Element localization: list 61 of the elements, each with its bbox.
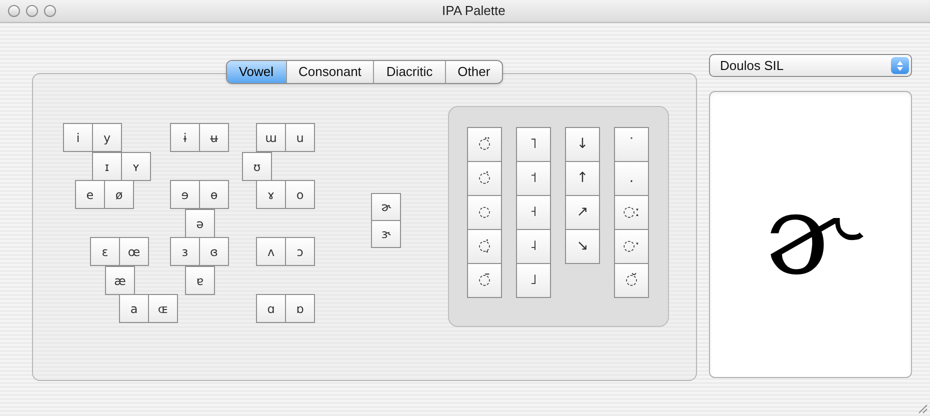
symbol-key[interactable]: ɞ [199, 237, 229, 266]
symbol-key[interactable]: a [119, 294, 149, 323]
symbol-key[interactable]: ɵ [199, 180, 229, 209]
symbol-key[interactable]: ◌̇ [467, 161, 502, 196]
symbol-key[interactable]: ʏ [121, 152, 151, 181]
window-title: IPA Palette [442, 2, 506, 20]
symbol-key[interactable]: ɶ [148, 294, 178, 323]
symbol-key[interactable]: ɑ [256, 294, 286, 323]
symbol-key[interactable]: ˙ [614, 127, 649, 162]
symbol-key[interactable]: ɝ [371, 220, 401, 248]
tab[interactable]: Vowel [226, 61, 287, 83]
symbol-key[interactable]: ˧ [516, 195, 551, 230]
symbol-key[interactable]: ɔ [285, 237, 315, 266]
symbol-key[interactable]: ɨ [170, 123, 200, 152]
symbol-key[interactable]: . [614, 161, 649, 196]
symbol-key[interactable]: ↘ [565, 229, 600, 264]
window-control-icon[interactable] [26, 5, 38, 17]
symbol-key[interactable]: ɯ [256, 123, 286, 152]
window-control-icon[interactable] [8, 5, 20, 17]
tab[interactable]: Other [446, 61, 502, 83]
symbol-key[interactable]: ◌̈ [467, 127, 502, 162]
symbol-key[interactable]: e [75, 180, 105, 209]
symbol-key[interactable]: œ [119, 237, 149, 266]
symbol-key[interactable]: ɪ [92, 152, 122, 181]
symbol-key[interactable]: ◌ˑ [614, 229, 649, 264]
symbol-key[interactable]: æ [105, 266, 135, 295]
symbol-key[interactable]: ʉ [199, 123, 229, 152]
symbol-key[interactable]: ɤ [256, 180, 286, 209]
symbol-key[interactable]: ˨ [516, 229, 551, 264]
glyph-preview: ɚ [709, 91, 912, 378]
symbol-key[interactable]: ʊ [242, 152, 272, 181]
tab[interactable]: Consonant [286, 61, 374, 83]
symbol-key[interactable]: ɚ [371, 193, 401, 221]
symbol-key[interactable]: ˥ [516, 127, 551, 162]
symbol-key[interactable]: ↑ [565, 161, 600, 196]
symbol-key[interactable]: ◌̆ [614, 263, 649, 298]
symbol-key[interactable]: ʌ [256, 237, 286, 266]
symbol-key[interactable]: u [285, 123, 315, 152]
symbol-key[interactable]: ◌̄ [467, 263, 502, 298]
symbol-key[interactable]: ɜ [170, 237, 200, 266]
symbol-key[interactable]: ə [185, 209, 215, 238]
symbol-key[interactable]: ↗ [565, 195, 600, 230]
symbol-key[interactable]: ɒ [285, 294, 315, 323]
symbol-key[interactable]: ↓ [565, 127, 600, 162]
tab[interactable]: Diacritic [374, 61, 446, 83]
window-control-icon[interactable] [44, 5, 56, 17]
symbol-key[interactable]: ˩ [516, 263, 551, 298]
symbol-key[interactable]: ˦ [516, 161, 551, 196]
symbol-key[interactable]: i [63, 123, 93, 152]
stepper-icon [891, 57, 909, 74]
symbol-key[interactable]: o [285, 180, 315, 209]
symbol-key[interactable]: ɐ [185, 266, 215, 295]
symbol-key[interactable]: ◌ [467, 195, 502, 230]
symbol-key[interactable]: ɘ [170, 180, 200, 209]
resize-grip-icon[interactable] [917, 403, 928, 414]
symbol-key[interactable]: ɛ [90, 237, 120, 266]
symbol-key[interactable]: ◌ː [614, 195, 649, 230]
font-popup[interactable]: Doulos SIL [709, 54, 912, 77]
symbol-key[interactable]: ◌̣̇ [467, 229, 502, 264]
symbol-key[interactable]: y [92, 123, 122, 152]
symbol-key[interactable]: ø [104, 180, 134, 209]
